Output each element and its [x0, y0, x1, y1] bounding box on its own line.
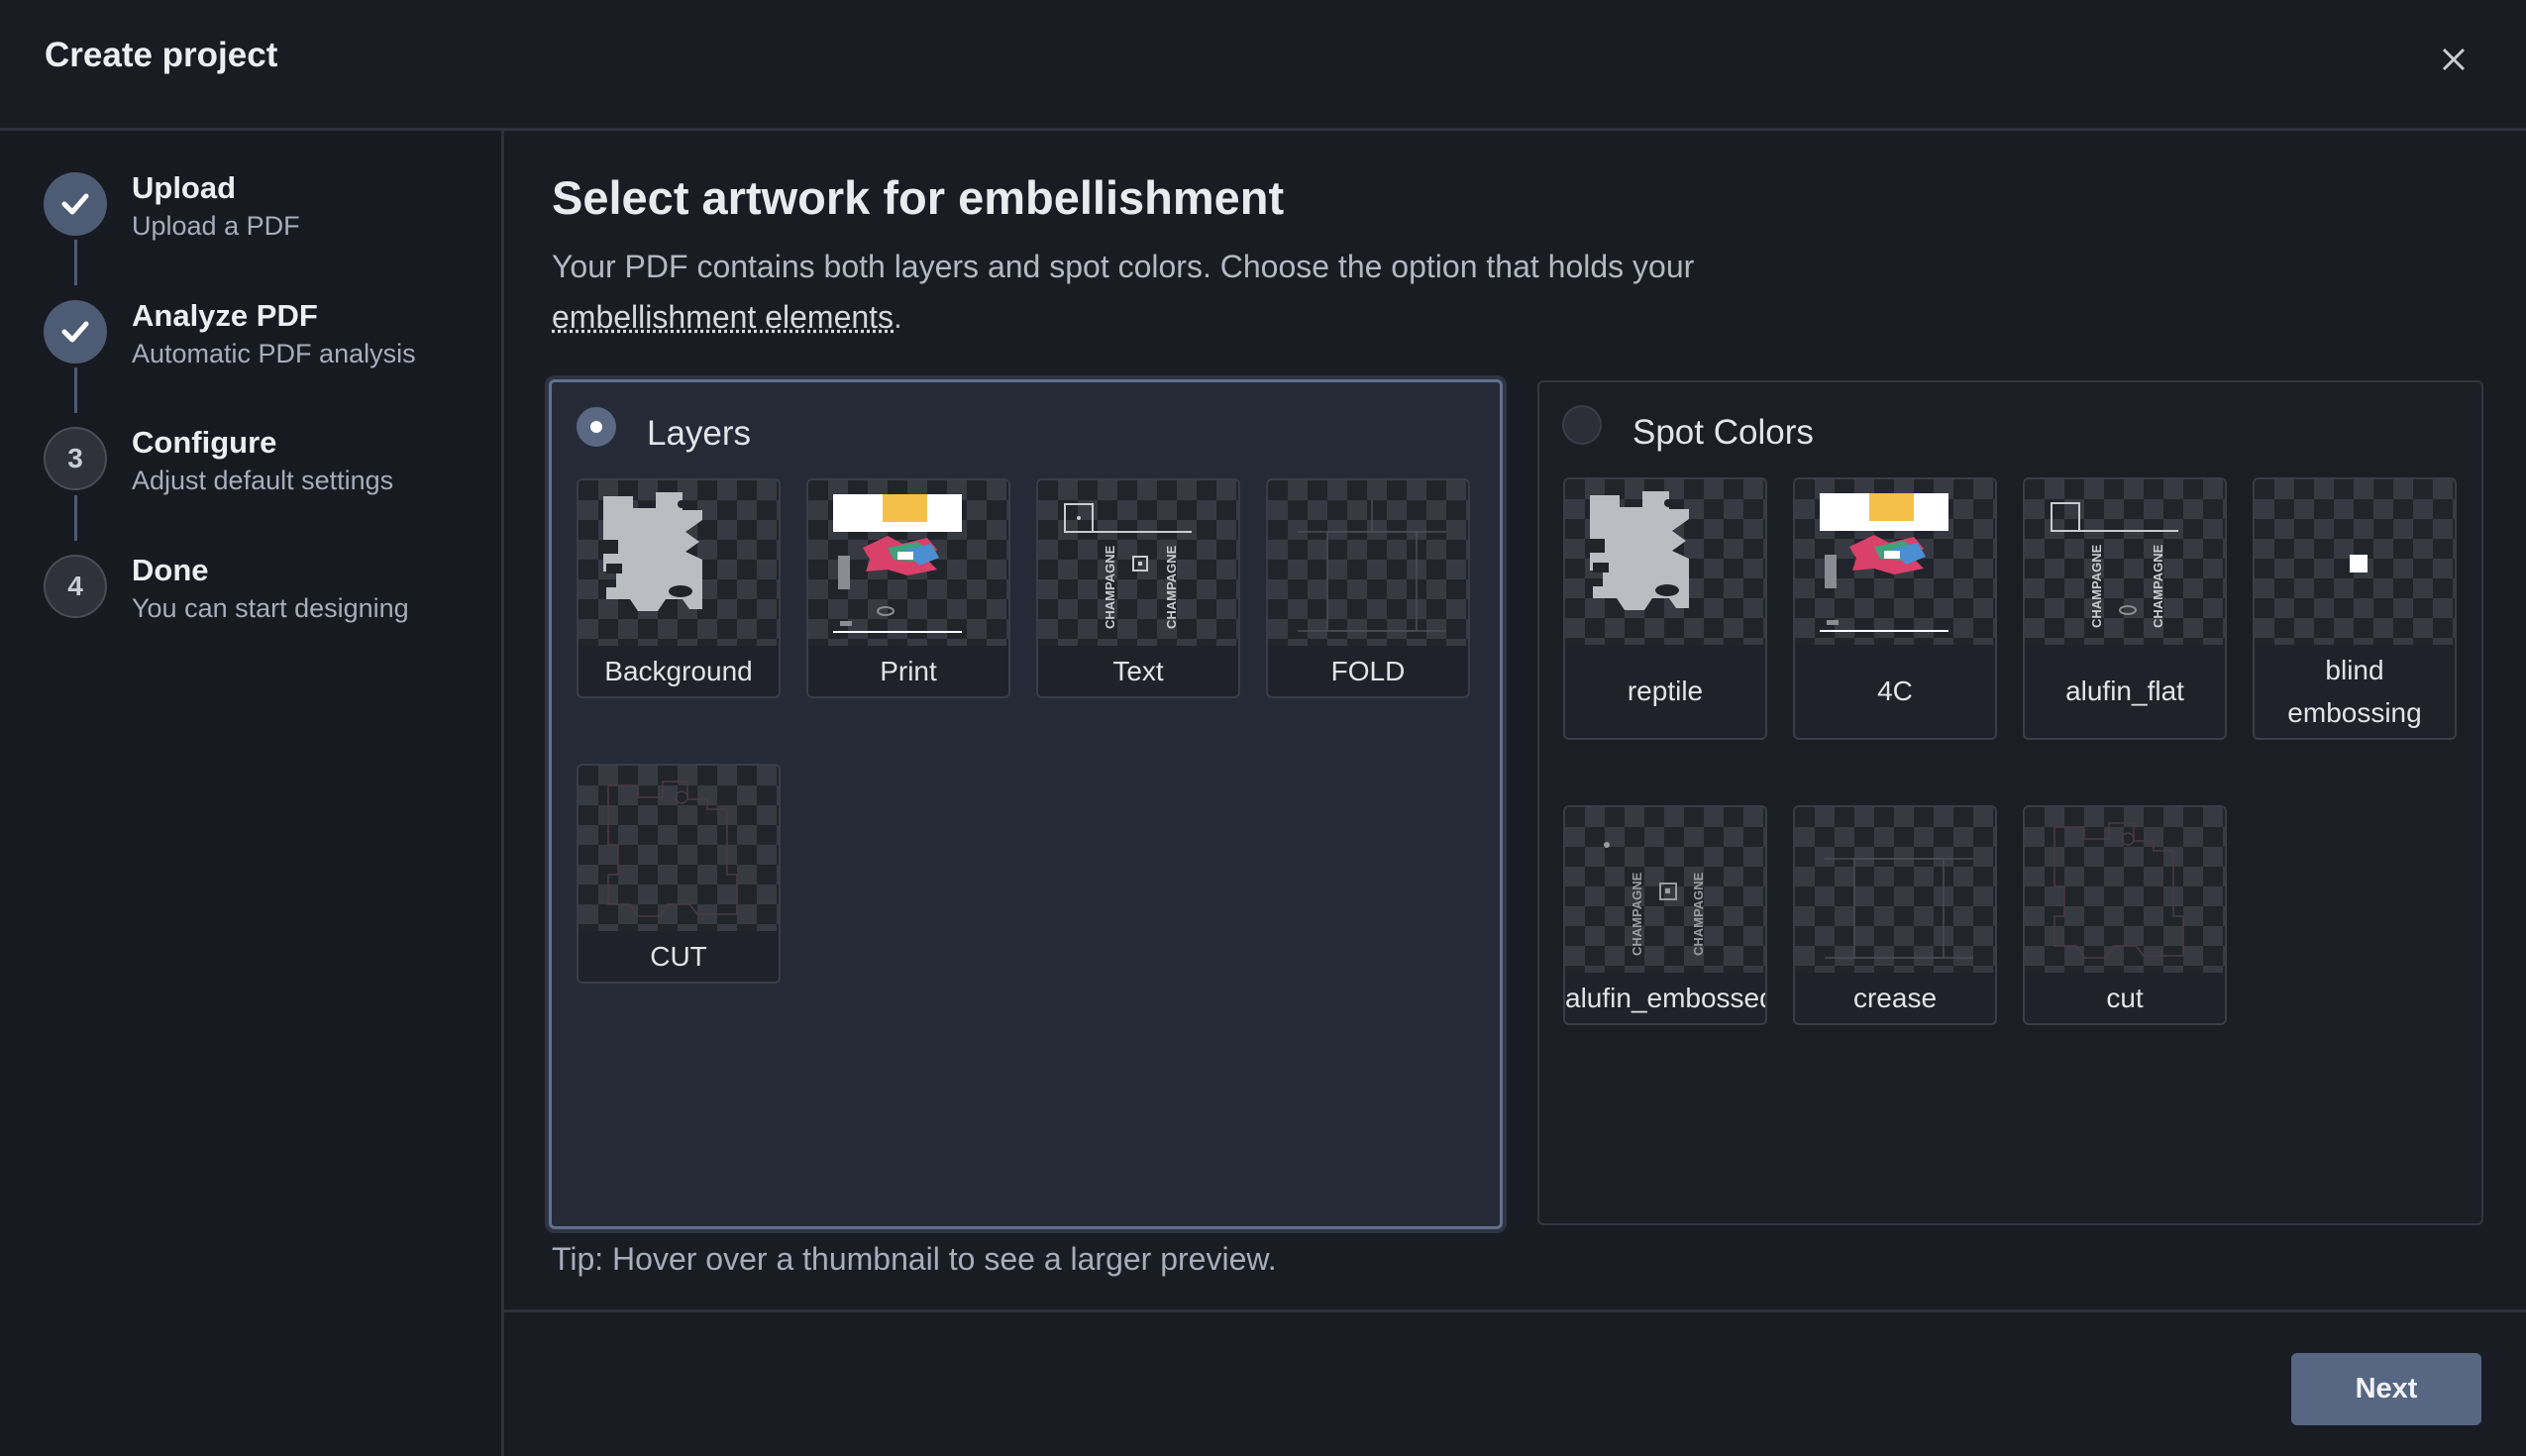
champagne-text: CHAMPAGNE — [1164, 545, 1179, 629]
thumbnail-blind-embossing[interactable]: blind embossing — [2253, 477, 2457, 740]
thumbnail-reptile[interactable]: reptile — [1563, 477, 1767, 740]
thumbnail-image — [579, 480, 779, 646]
thumbnail-image — [2025, 807, 2225, 973]
thumbnail-image: CHAMPAGNE CHAMPAGNE — [1038, 480, 1238, 646]
step-subtitle: Adjust default settings — [132, 466, 394, 495]
step-number: 3 — [44, 427, 107, 490]
footer-divider — [504, 1309, 2526, 1312]
champagne-text: CHAMPAGNE — [1630, 872, 1644, 956]
thumbnail-caption: blind embossing — [2287, 655, 2422, 728]
thumbnail-text[interactable]: CHAMPAGNE CHAMPAGNE Text — [1036, 478, 1240, 698]
main-content: Select artwork for embellishment Your PD… — [504, 131, 2526, 1456]
thumbnail-image — [1268, 480, 1468, 646]
step-subtitle: Automatic PDF analysis — [132, 339, 416, 368]
champagne-text: CHAMPAGNE — [1691, 872, 1706, 956]
close-icon — [2442, 48, 2466, 71]
thumbnail-print[interactable]: Print — [806, 478, 1010, 698]
page-title: Select artwork for embellishment — [552, 171, 1285, 224]
stepper-sidebar: Upload Upload a PDF Analyze PDF Automati… — [0, 131, 504, 1456]
description-text: Your PDF contains both layers and spot c… — [552, 249, 1695, 284]
spot-colors-radio[interactable] — [1562, 405, 1602, 445]
thumbnail-caption: CUT — [650, 941, 707, 972]
thumbnail-cut-spot[interactable]: cut — [2023, 805, 2227, 1025]
thumbnail-alufin-embossed[interactable]: CHAMPAGNE CHAMPAGNE alufin_embossed — [1563, 805, 1767, 1025]
thumbnail-alufin-flat[interactable]: CHAMPAGNE CHAMPAGNE alufin_flat — [2023, 477, 2227, 740]
step-analyze-pdf: Analyze PDF Automatic PDF analysis — [0, 298, 501, 397]
thumbnail-caption: Text — [1112, 656, 1164, 686]
thumbnail-caption: alufin_flat — [2065, 676, 2184, 706]
champagne-text: CHAMPAGNE — [1103, 545, 1117, 629]
layers-radio[interactable] — [577, 407, 616, 447]
dialog-header: Create project — [0, 0, 2526, 131]
layers-label: Layers — [647, 414, 752, 453]
step-done: 4 Done You can start designing — [0, 553, 501, 652]
thumbnail-caption: reptile — [1627, 676, 1704, 706]
thumbnail-image — [579, 766, 779, 931]
champagne-text: CHAMPAGNE — [2151, 544, 2165, 628]
close-button[interactable] — [2432, 38, 2475, 81]
step-title: Upload — [132, 170, 237, 205]
thumbnail-caption: crease — [1852, 983, 1938, 1013]
thumbnail-background[interactable]: Background — [577, 478, 781, 698]
thumbnail-caption: Print — [880, 656, 937, 686]
step-title: Done — [132, 553, 209, 587]
thumbnail-image — [808, 480, 1008, 646]
thumbnail-image — [2255, 479, 2455, 645]
thumbnail-fold[interactable]: FOLD — [1266, 478, 1470, 698]
thumbnail-image — [1795, 479, 1995, 645]
step-subtitle: Upload a PDF — [132, 211, 300, 241]
spot-colors-option[interactable]: Spot Colors reptile 4C CHAMPAGNE CHAMPAG… — [1537, 380, 2483, 1225]
description-suffix: . — [894, 299, 902, 335]
spot-colors-label: Spot Colors — [1632, 413, 1814, 452]
step-subtitle: You can start designing — [132, 593, 409, 623]
check-icon — [44, 172, 107, 236]
step-number: 4 — [44, 555, 107, 618]
thumbnail-image: CHAMPAGNE CHAMPAGNE — [1565, 807, 1765, 973]
thumbnail-image — [1565, 479, 1765, 645]
embellishment-elements-link[interactable]: embellishment elements — [552, 299, 894, 335]
thumbnail-caption: cut — [2106, 983, 2144, 1013]
thumbnail-crease[interactable]: crease — [1793, 805, 1997, 1025]
thumbnail-caption: FOLD — [1330, 656, 1406, 686]
thumbnail-caption: alufin_embossed — [1565, 983, 1767, 1013]
step-configure: 3 Configure Adjust default settings — [0, 425, 501, 524]
champagne-text: CHAMPAGNE — [2089, 544, 2104, 628]
thumbnail-4c[interactable]: 4C — [1793, 477, 1997, 740]
next-button[interactable]: Next — [2291, 1353, 2481, 1425]
thumbnail-image — [1795, 807, 1995, 973]
thumbnail-cut[interactable]: CUT — [577, 764, 781, 984]
step-title: Configure — [132, 425, 277, 460]
thumbnail-image: CHAMPAGNE CHAMPAGNE — [2025, 479, 2225, 645]
description: Your PDF contains both layers and spot c… — [552, 242, 1840, 343]
thumbnail-caption: 4C — [1877, 676, 1913, 706]
thumbnail-caption: Background — [604, 656, 753, 686]
dialog-title: Create project — [45, 36, 278, 74]
check-icon — [44, 300, 107, 364]
step-upload: Upload Upload a PDF — [0, 170, 501, 269]
step-title: Analyze PDF — [132, 298, 318, 333]
tip-text: Tip: Hover over a thumbnail to see a lar… — [552, 1241, 1277, 1277]
layers-option[interactable]: Layers Background Print CHAMPAGNE CHAMPA… — [549, 379, 1503, 1229]
